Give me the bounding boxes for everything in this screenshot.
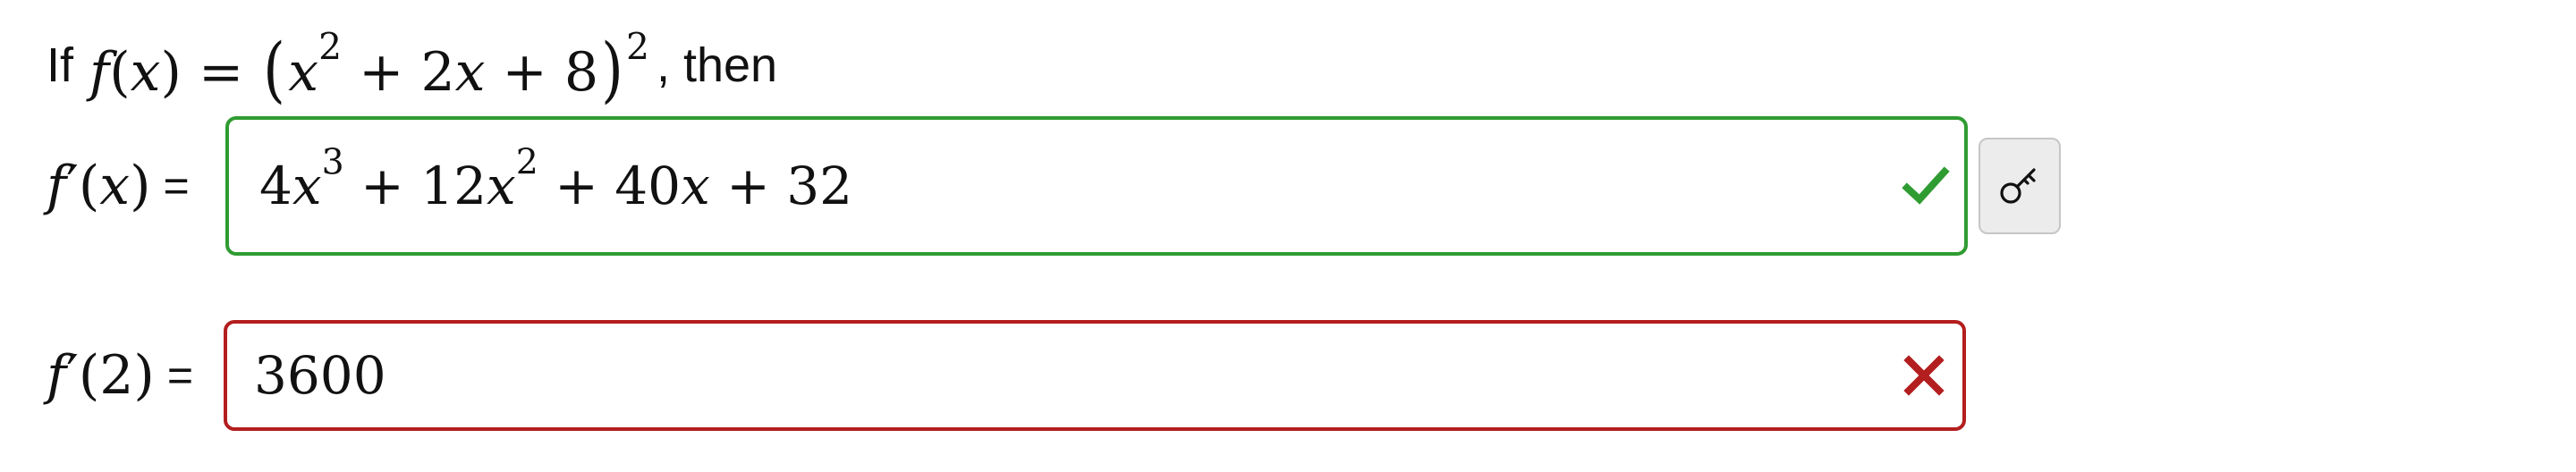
prompt-then-word: , then <box>656 38 778 92</box>
cross-icon <box>1903 355 1945 396</box>
equals-sign: = <box>163 161 190 211</box>
evaluation-answer-field[interactable]: 3600 <box>224 320 1966 431</box>
derivative-row: f ′(x) = 4x3 + 12x2 + 40x + 32 <box>47 116 2061 256</box>
evaluation-row: f ′(2) = 3600 <box>47 320 1966 431</box>
derivative-answer-field[interactable]: 4x3 + 12x2 + 40x + 32 <box>225 116 1968 256</box>
equals-sign: = <box>166 350 194 400</box>
derivative-answer-value: 4x3 + 12x2 + 40x + 32 <box>259 141 853 216</box>
derivative-label: f ′(x) = <box>47 155 190 217</box>
question-prompt: If f(x) = (x2 + 2x + 8)2 , then <box>47 16 777 114</box>
answer-key-button[interactable] <box>1979 138 2061 234</box>
key-icon <box>2000 168 2036 204</box>
evaluation-label: f ′(2) = <box>47 344 194 407</box>
checkmark-icon <box>1902 166 1950 205</box>
evaluation-answer-value: 3600 <box>254 345 386 406</box>
function-definition: f(x) = (x2 + 2x + 8)2 <box>89 24 649 111</box>
prompt-intro-word: If <box>47 38 74 92</box>
